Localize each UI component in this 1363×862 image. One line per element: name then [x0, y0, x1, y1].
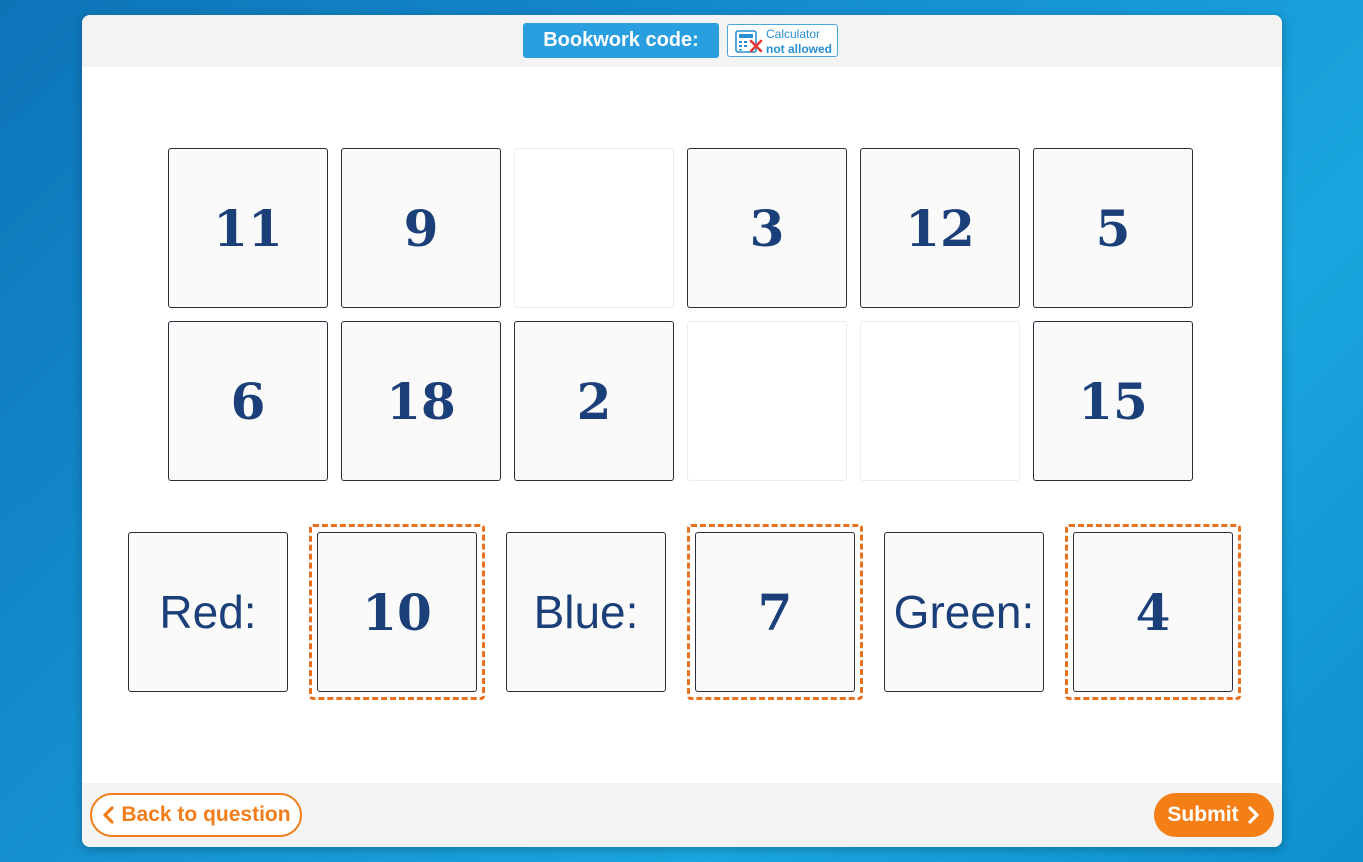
submit-button[interactable]: Submit — [1154, 793, 1274, 837]
answer-value: 4 — [1135, 582, 1171, 642]
number-card-value: 5 — [1095, 198, 1131, 258]
blue-answer-card[interactable]: 7 — [695, 532, 855, 692]
answer-label-text: Green: — [893, 586, 1035, 638]
number-card[interactable]: 12 — [860, 148, 1020, 308]
calculator-label: Calculator — [766, 27, 821, 41]
number-card-value: 6 — [230, 371, 266, 431]
answer-label-text: Blue: — [533, 586, 639, 638]
number-card-value: 12 — [905, 198, 975, 258]
number-card[interactable]: 6 — [168, 321, 328, 481]
back-button-label: Back to question — [121, 803, 291, 826]
number-card-value: 11 — [213, 198, 283, 258]
empty-card-slot — [514, 148, 674, 308]
empty-card-slot — [687, 321, 847, 481]
empty-card-slot — [860, 321, 1020, 481]
number-card-value: 2 — [576, 371, 612, 431]
number-card[interactable]: 9 — [341, 148, 501, 308]
calculator-not-allowed-icon — [734, 29, 764, 55]
number-card-value: 3 — [749, 198, 785, 258]
number-card-value: 18 — [386, 371, 456, 431]
answer-label-text: Red: — [159, 586, 257, 638]
number-card-value: 9 — [403, 198, 439, 258]
submit-button-label: Submit — [1167, 803, 1239, 826]
bookwork-code-badge: Bookwork code: Q77 — [523, 23, 719, 86]
question-panel: Bookwork code: Q77 Calculator not allowe… — [82, 15, 1282, 847]
green-answer-card[interactable]: 4 — [1073, 532, 1233, 692]
calculator-status-text: not allowed — [766, 42, 832, 56]
chevron-left-icon — [101, 806, 117, 824]
number-card[interactable]: 2 — [514, 321, 674, 481]
blue-label: Blue: — [506, 532, 666, 692]
number-card[interactable]: 18 — [341, 321, 501, 481]
back-to-question-button[interactable]: Back to question — [90, 793, 302, 837]
green-label: Green: — [884, 532, 1044, 692]
number-card-value: 15 — [1078, 371, 1148, 431]
chevron-right-icon — [1245, 806, 1261, 824]
number-card[interactable]: 11 — [168, 148, 328, 308]
number-card[interactable]: 3 — [687, 148, 847, 308]
footer-bar: Back to question Submit — [82, 783, 1282, 847]
red-label: Red: — [128, 532, 288, 692]
top-bar: Bookwork code: Q77 Calculator not allowe… — [82, 15, 1282, 86]
number-card[interactable]: 15 — [1033, 321, 1193, 481]
calculator-status: Calculator not allowed — [727, 24, 838, 57]
answer-value: 7 — [757, 582, 793, 642]
number-card[interactable]: 5 — [1033, 148, 1193, 308]
answer-value: 10 — [362, 582, 432, 642]
red-answer-card[interactable]: 10 — [317, 532, 477, 692]
